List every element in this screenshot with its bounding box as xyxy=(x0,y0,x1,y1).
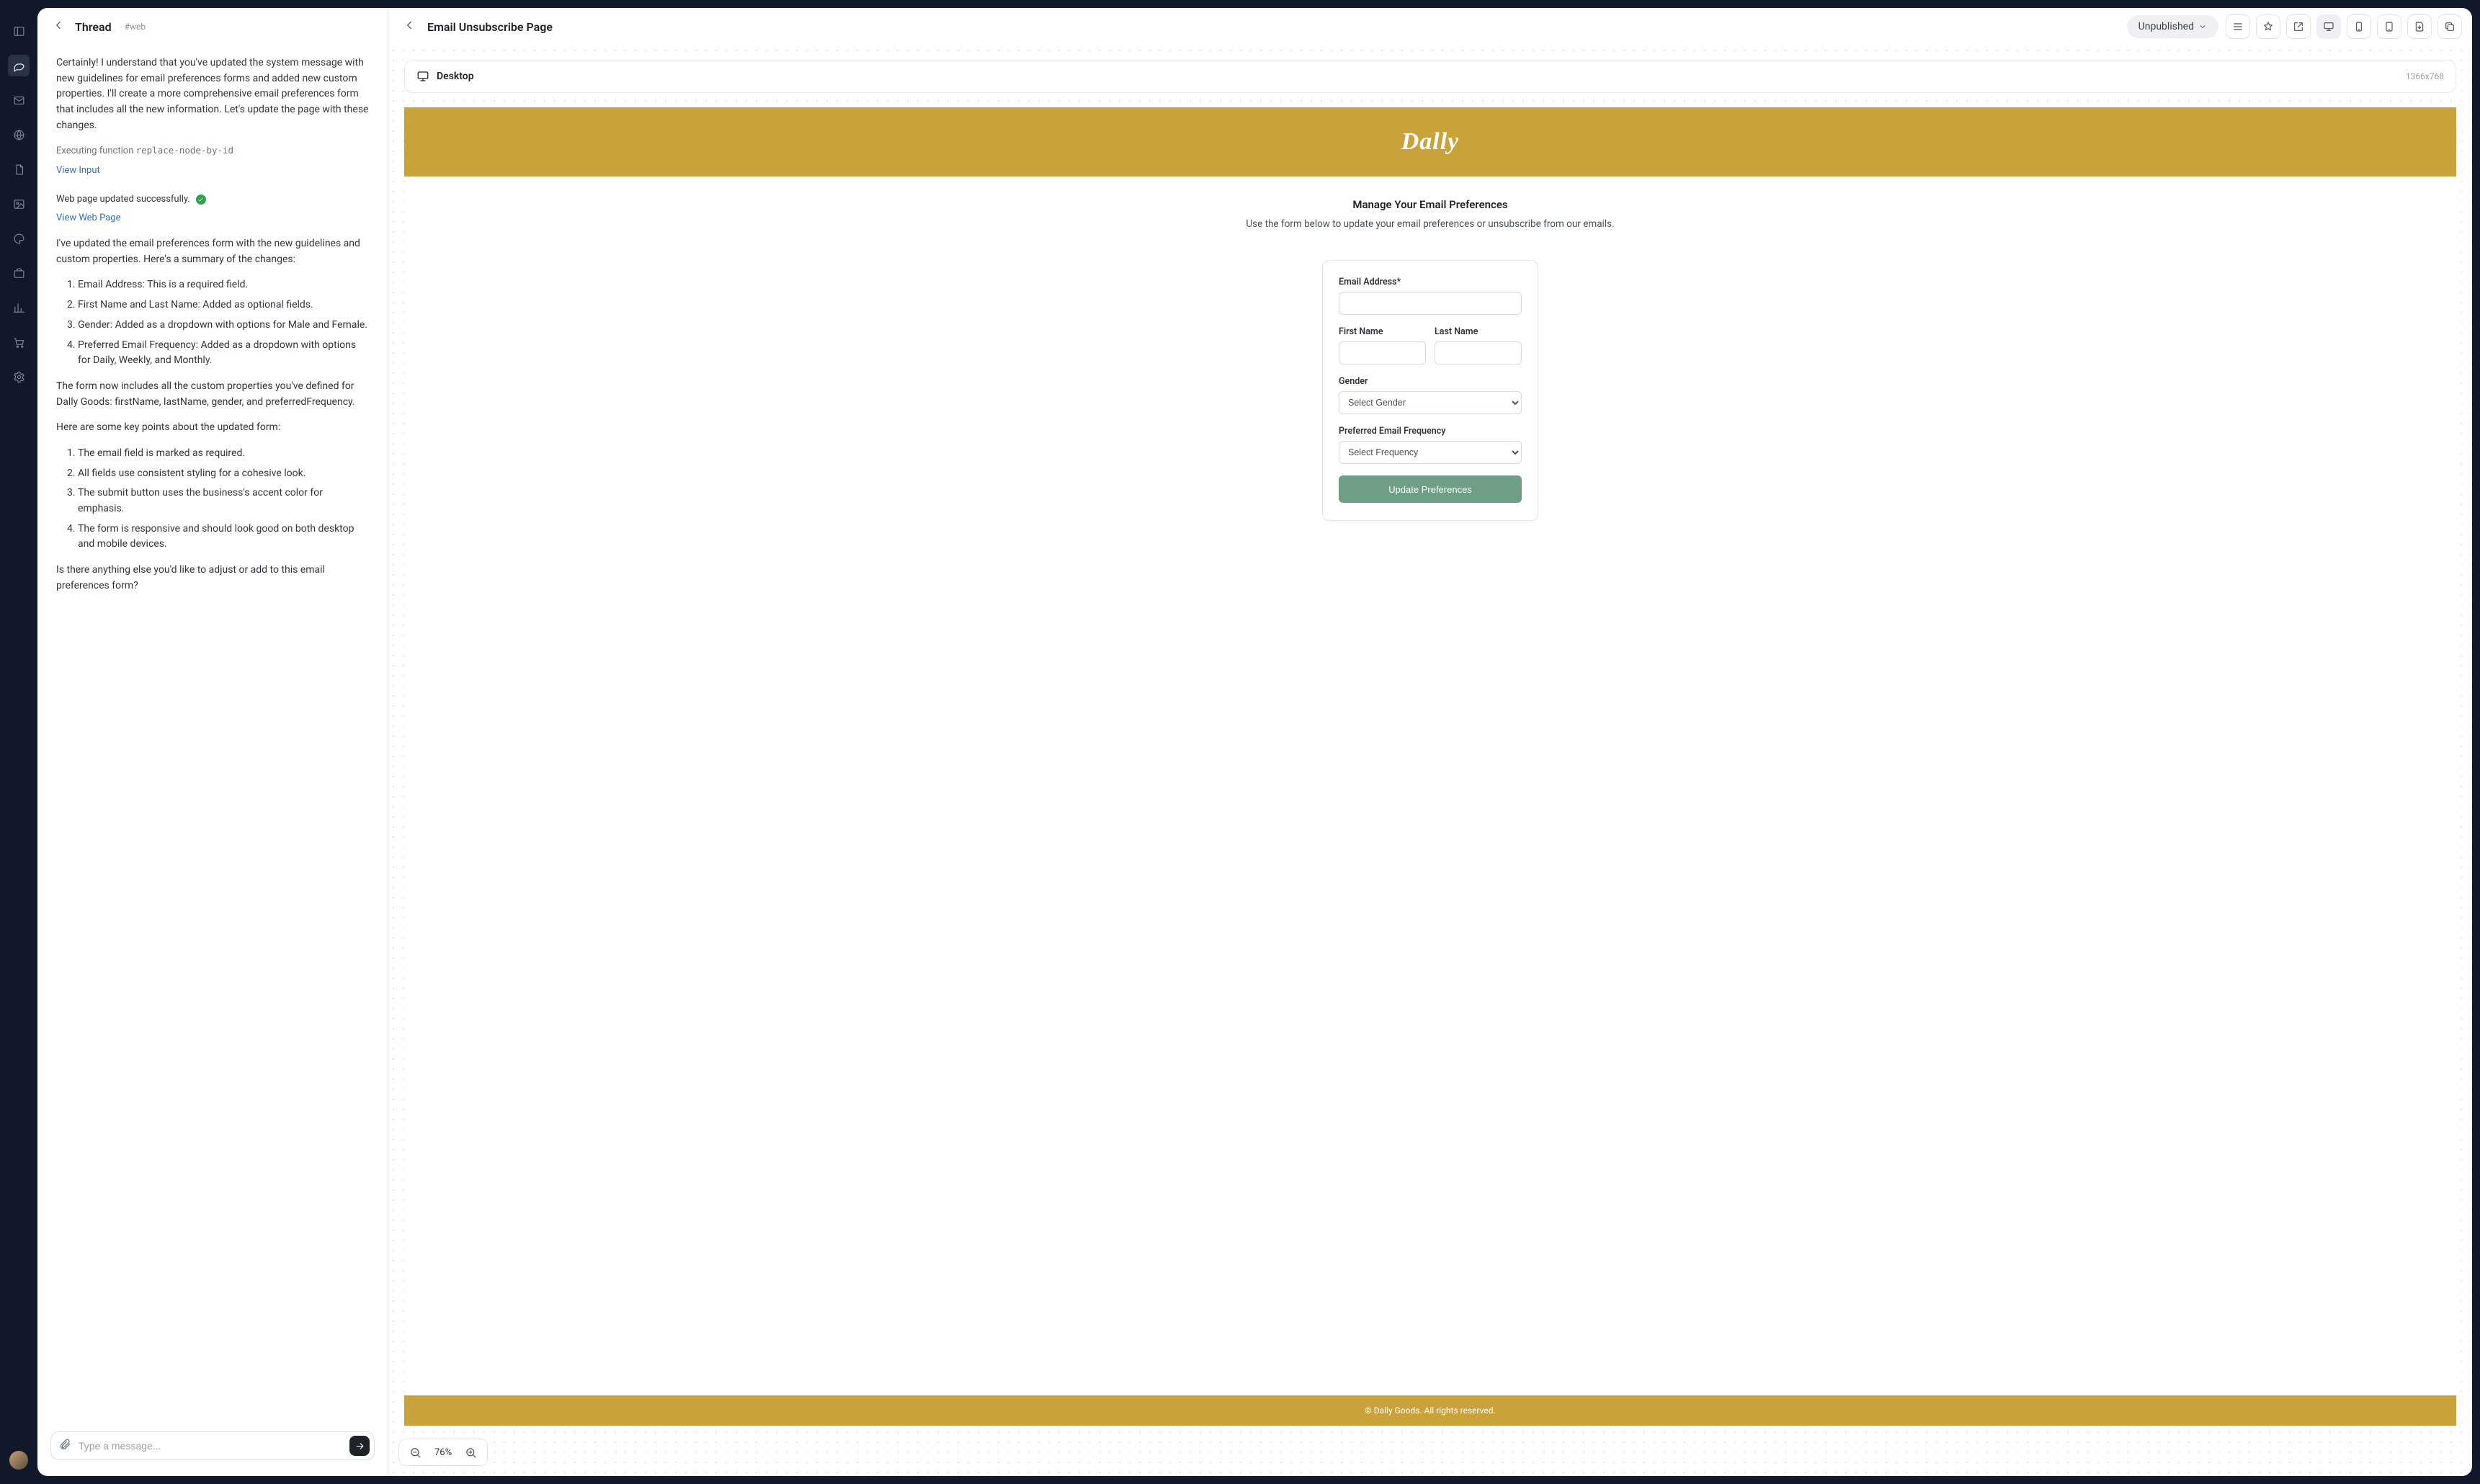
list-item: The submit button uses the business's ac… xyxy=(78,486,369,517)
gender-label: Gender xyxy=(1339,376,1522,387)
changes-list: Email Address: This is a required field.… xyxy=(56,277,369,368)
rail-panel-icon[interactable] xyxy=(8,20,30,42)
thread-hash: #web xyxy=(125,22,146,32)
thread-panel: Thread #web Certainly! I understand that… xyxy=(37,8,388,1476)
preview-header: Email Unsubscribe Page Unpublished xyxy=(388,8,2472,45)
zoom-out-icon[interactable] xyxy=(409,1447,421,1459)
tablet-icon[interactable] xyxy=(2377,14,2401,39)
zoom-in-icon[interactable] xyxy=(465,1447,477,1459)
toolbar xyxy=(2226,14,2462,39)
thread-header: Thread #web xyxy=(37,8,388,45)
rail-mail-icon[interactable] xyxy=(8,89,30,111)
star-icon[interactable] xyxy=(2256,14,2280,39)
last-name-label: Last Name xyxy=(1435,326,1522,337)
brand-logo: Dally xyxy=(1401,128,1460,156)
rail-briefcase-icon[interactable] xyxy=(8,262,30,284)
keypoints-list: The email field is marked as required. A… xyxy=(56,446,369,553)
email-input[interactable] xyxy=(1339,292,1522,315)
last-name-input[interactable] xyxy=(1435,341,1522,365)
external-link-icon[interactable] xyxy=(2286,14,2311,39)
preview-panel: Email Unsubscribe Page Unpublished xyxy=(388,8,2472,1476)
list-item: The email field is marked as required. xyxy=(78,446,369,462)
frequency-label: Preferred Email Frequency xyxy=(1339,426,1522,437)
thread-text: Here are some key points about the updat… xyxy=(56,420,369,436)
send-button[interactable] xyxy=(349,1436,370,1456)
download-icon[interactable] xyxy=(2407,14,2432,39)
publish-status-chip[interactable]: Unpublished xyxy=(2127,15,2218,38)
desktop-icon[interactable] xyxy=(2316,14,2341,39)
device-dims: 1366x768 xyxy=(2406,71,2444,81)
rail-cart-icon[interactable] xyxy=(8,331,30,353)
frequency-select[interactable]: Select Frequency xyxy=(1339,441,1522,464)
page-content: Manage Your Email Preferences Use the fo… xyxy=(404,176,2456,1395)
rendered-page: Dally Manage Your Email Preferences Use … xyxy=(404,107,2456,1426)
status-text: Unpublished xyxy=(2138,21,2194,32)
thread-back-icon[interactable] xyxy=(52,19,65,35)
list-item: First Name and Last Name: Added as optio… xyxy=(78,298,369,313)
list-item: Email Address: This is a required field. xyxy=(78,277,369,293)
thread-text: Is there anything else you'd like to adj… xyxy=(56,563,369,594)
rail-globe-icon[interactable] xyxy=(8,124,30,146)
exec-line: Executing function replace-node-by-id xyxy=(56,143,369,158)
message-input[interactable] xyxy=(79,1440,342,1452)
thread-text: Certainly! I understand that you've upda… xyxy=(56,55,369,133)
rail-image-icon[interactable] xyxy=(8,193,30,215)
preview-back-icon[interactable] xyxy=(398,19,420,35)
copy-icon[interactable] xyxy=(2437,14,2462,39)
device-bar: Desktop 1366x768 xyxy=(404,60,2456,93)
first-name-input[interactable] xyxy=(1339,341,1426,365)
page-subheading: Use the form below to update your email … xyxy=(1246,218,1614,230)
brand-band: Dally xyxy=(404,107,2456,176)
thread-text: The form now includes all the custom pro… xyxy=(56,379,369,410)
rail-doc-icon[interactable] xyxy=(8,158,30,180)
page-title: Email Unsubscribe Page xyxy=(427,20,553,34)
list-item: Gender: Added as a dropdown with options… xyxy=(78,318,369,334)
page-heading: Manage Your Email Preferences xyxy=(1352,198,1507,211)
attach-icon[interactable] xyxy=(58,1438,71,1454)
thread-title: Thread xyxy=(75,20,112,34)
view-web-page-link[interactable]: View Web Page xyxy=(56,211,120,225)
view-input-link[interactable]: View Input xyxy=(56,164,100,178)
rail-chart-icon[interactable] xyxy=(8,297,30,318)
mobile-icon[interactable] xyxy=(2347,14,2371,39)
list-item: The form is responsive and should look g… xyxy=(78,522,369,553)
side-rail xyxy=(0,0,37,1484)
list-item: All fields use consistent styling for a … xyxy=(78,466,369,482)
page-footer: © Dally Goods. All rights reserved. xyxy=(404,1395,2456,1426)
success-check-icon xyxy=(196,195,206,205)
preview-stage: Desktop 1366x768 Dally Manage Your Email… xyxy=(388,45,2472,1476)
list-item: Preferred Email Frequency: Added as a dr… xyxy=(78,338,369,369)
rail-palette-icon[interactable] xyxy=(8,228,30,249)
first-name-label: First Name xyxy=(1339,326,1426,337)
success-text: Web page updated successfully. xyxy=(56,192,190,207)
monitor-icon xyxy=(416,70,429,83)
device-label: Desktop xyxy=(437,71,474,82)
success-row: Web page updated successfully. xyxy=(56,192,369,207)
composer-box xyxy=(50,1431,375,1460)
thread-body[interactable]: Certainly! I understand that you've upda… xyxy=(37,45,388,1421)
zoom-control: 76% xyxy=(398,1439,488,1466)
gender-select[interactable]: Select Gender xyxy=(1339,391,1522,414)
composer xyxy=(37,1421,388,1476)
user-avatar[interactable] xyxy=(9,1451,28,1470)
canvas-wrap: Dally Manage Your Email Preferences Use … xyxy=(404,107,2456,1426)
list-icon[interactable] xyxy=(2226,14,2250,39)
preferences-form: Email Address* First Name Las xyxy=(1322,260,1538,521)
update-preferences-button[interactable]: Update Preferences xyxy=(1339,475,1522,503)
email-label: Email Address* xyxy=(1339,277,1522,287)
exec-fn: replace-node-by-id xyxy=(136,145,233,156)
zoom-value: 76% xyxy=(434,1447,452,1458)
chevron-down-icon xyxy=(2198,22,2207,31)
thread-text: I've updated the email preferences form … xyxy=(56,236,369,267)
rail-gear-icon[interactable] xyxy=(8,366,30,388)
rail-chat-icon[interactable] xyxy=(8,55,30,76)
main-card: Thread #web Certainly! I understand that… xyxy=(37,8,2472,1476)
